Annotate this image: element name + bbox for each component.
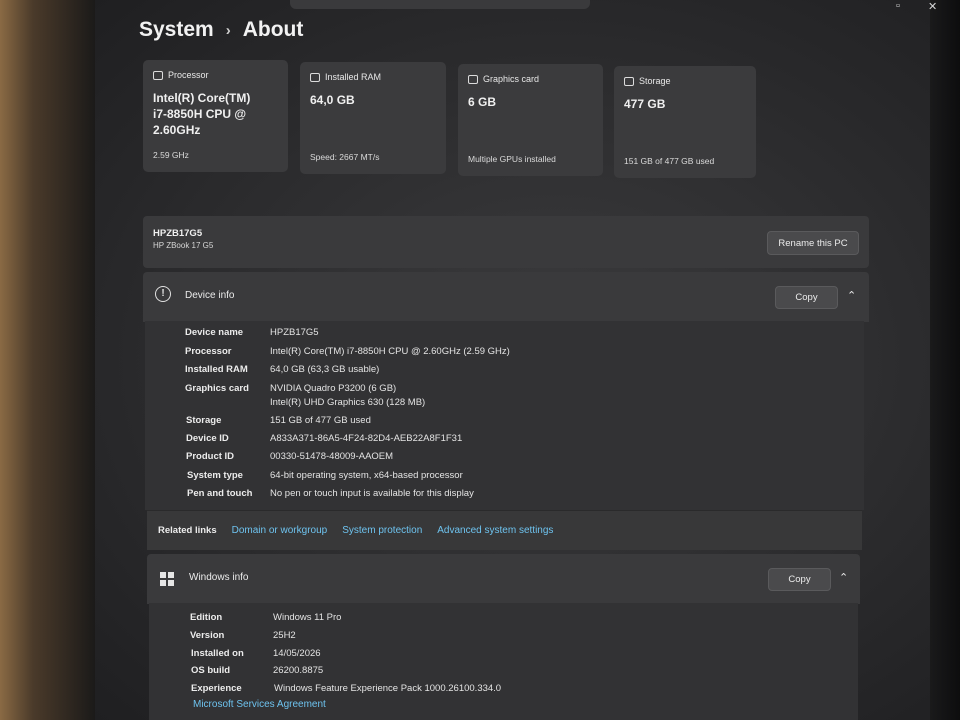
info-icon: !	[155, 286, 171, 302]
spec-key: Pen and touch	[187, 488, 253, 499]
system-protection-link[interactable]: System protection	[342, 525, 422, 536]
card-value: 6 GB	[468, 95, 497, 109]
breadcrumb-separator: ›	[225, 21, 231, 39]
card-value: Intel(R) Core(TM) i7-8850H CPU @ 2.60GHz	[153, 91, 251, 137]
spec-value: 14/05/2026	[273, 648, 321, 659]
spec-value: 26200.8875	[273, 665, 324, 676]
device-info-title: Device info	[185, 290, 235, 301]
spec-value: Windows 11 Pro	[273, 612, 342, 623]
graphics-card-card: Graphics card 6 GB Multiple GPUs install…	[458, 64, 603, 176]
windows-info-header[interactable]: Windows info Copy ⌃	[147, 554, 860, 604]
spec-key: Edition	[190, 612, 223, 623]
card-subtitle: 151 GB of 477 GB used	[624, 156, 715, 166]
spec-value: 64,0 GB (63,3 GB usable)	[270, 364, 380, 375]
spec-value: No pen or touch input is available for t…	[270, 488, 474, 499]
close-icon[interactable]: ✕	[928, 0, 937, 13]
card-value: 64,0 GB	[310, 93, 355, 107]
spec-key: Device ID	[186, 433, 229, 444]
card-value: 477 GB	[624, 97, 666, 111]
windows-info-title: Windows info	[189, 572, 249, 583]
windows-info-copy-button[interactable]: Copy	[768, 568, 831, 591]
spec-value: 25H2	[273, 630, 296, 641]
spec-value: Windows Feature Experience Pack 1000.261…	[274, 683, 502, 694]
domain-or-workgroup-link[interactable]: Domain or workgroup	[232, 525, 328, 536]
processor-icon	[153, 70, 163, 80]
chevron-up-icon[interactable]: ⌃	[847, 289, 856, 302]
storage-icon	[624, 76, 634, 86]
photo-bezel-right	[930, 0, 960, 720]
card-subtitle: Speed: 2667 MT/s	[310, 152, 380, 162]
breadcrumb: System › About	[139, 18, 303, 42]
spec-value: Intel(R) Core(TM) i7-8850H CPU @ 2.60GHz…	[270, 346, 510, 357]
breadcrumb-system[interactable]: System	[139, 18, 214, 42]
device-info-header[interactable]: ! Device info Copy ⌃	[143, 272, 869, 322]
storage-card: Storage 477 GB 151 GB of 477 GB used	[614, 66, 756, 178]
card-subtitle: 2.59 GHz	[153, 150, 189, 160]
graphics-card-icon	[468, 74, 478, 84]
spec-value: A833A371-86A5-4F24-82D4-AEB22A8F1F31	[270, 433, 463, 444]
ram-card: Installed RAM 64,0 GB Speed: 2667 MT/s	[300, 62, 446, 174]
related-links-bar: Related links Domain or workgroup System…	[147, 510, 862, 550]
card-title: Storage	[639, 76, 671, 86]
spec-value: 00330-51478-48009-AAOEM	[270, 451, 394, 462]
maximize-icon[interactable]: ▫	[896, 0, 900, 12]
related-links-label: Related links	[158, 525, 217, 536]
spec-key: System type	[187, 470, 243, 481]
spec-value: 64-bit operating system, x64-based proce…	[270, 470, 463, 481]
spec-key: OS build	[191, 665, 231, 676]
card-title: Graphics card	[483, 74, 540, 84]
chevron-up-icon[interactable]: ⌃	[839, 571, 848, 584]
spec-value: Intel(R) UHD Graphics 630 (128 MB)	[270, 397, 426, 408]
spec-key: Storage	[186, 415, 222, 426]
spec-key: Processor	[185, 346, 232, 357]
spec-key: Experience	[191, 683, 242, 694]
card-title: Installed RAM	[325, 72, 382, 82]
ram-icon	[310, 72, 320, 82]
card-subtitle: Multiple GPUs installed	[468, 154, 556, 164]
spec-key: Installed on	[191, 648, 244, 659]
spec-value: 151 GB of 477 GB used	[270, 415, 371, 426]
pc-name: HPZB17G5	[153, 228, 203, 239]
pc-model: HP ZBook 17 G5	[153, 241, 214, 250]
processor-card: Processor Intel(R) Core(TM) i7-8850H CPU…	[143, 60, 288, 172]
spec-key: Installed RAM	[185, 364, 248, 375]
spec-value: NVIDIA Quadro P3200 (6 GB)	[270, 383, 397, 394]
rename-pc-button[interactable]: Rename this PC	[767, 231, 859, 255]
photo-bezel-left	[0, 0, 95, 720]
pc-name-panel: HPZB17G5 HP ZBook 17 G5 Rename this PC	[143, 216, 869, 268]
page-title: About	[242, 18, 304, 41]
spec-value: HPZB17G5	[270, 327, 319, 338]
card-title: Processor	[168, 70, 209, 80]
advanced-system-settings-link[interactable]: Advanced system settings	[437, 525, 553, 536]
spec-key: Version	[190, 630, 225, 641]
device-info-copy-button[interactable]: Copy	[775, 286, 838, 309]
microsoft-services-agreement-link[interactable]: Microsoft Services Agreement	[193, 699, 326, 710]
windows-logo-icon	[160, 572, 174, 586]
spec-key: Graphics card	[185, 383, 249, 394]
spec-key: Product ID	[186, 451, 235, 462]
search-bar-edge	[290, 0, 590, 9]
spec-key: Device name	[185, 327, 244, 338]
